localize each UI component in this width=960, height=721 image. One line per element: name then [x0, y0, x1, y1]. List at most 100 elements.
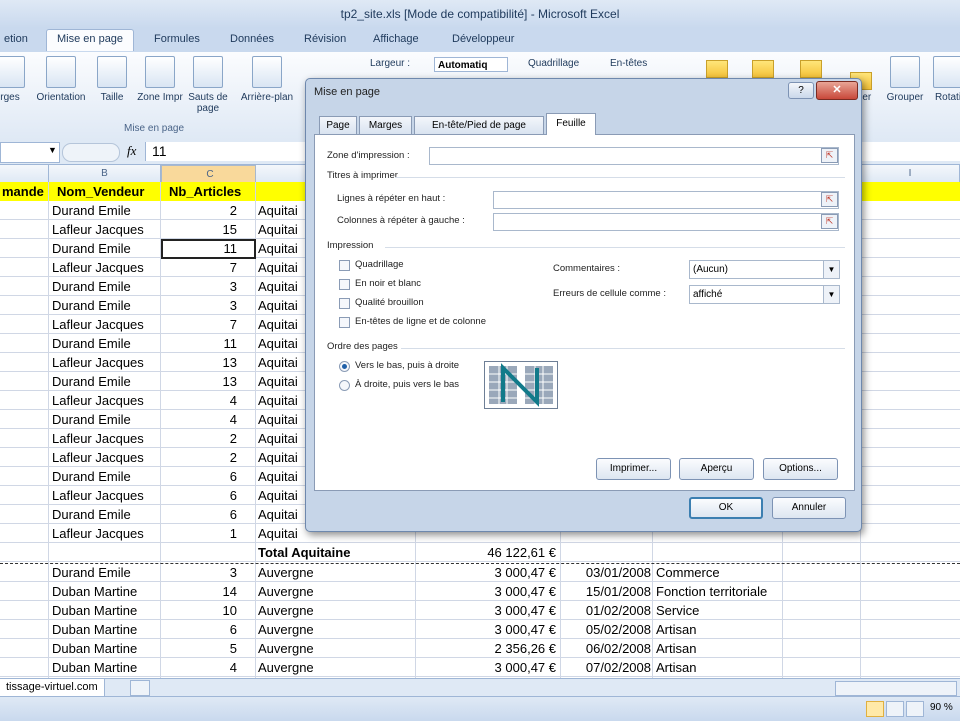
normal-view-icon[interactable]: [866, 701, 884, 717]
commentaires-select[interactable]: (Aucun) ▼: [689, 260, 840, 279]
cell-vendeur[interactable]: Durand Emile: [52, 334, 158, 353]
tab-donnees[interactable]: Données: [230, 33, 274, 45]
erreurs-select[interactable]: affiché ▼: [689, 285, 840, 304]
largeur-select[interactable]: Automatiq: [434, 57, 508, 72]
imprimer-button[interactable]: Imprimer...: [596, 458, 671, 480]
cell-nb-articles[interactable]: 1: [161, 524, 237, 543]
cell-nb-articles[interactable]: 3: [161, 277, 237, 296]
orientation-button[interactable]: Orientation: [30, 56, 92, 103]
header-cell-articles[interactable]: Nb_Articles: [161, 182, 255, 201]
cell-nb-articles[interactable]: 4: [161, 658, 237, 677]
active-cell[interactable]: [161, 239, 256, 259]
column-header-i[interactable]: I: [861, 165, 960, 182]
cell-nb-articles[interactable]: 2: [161, 429, 237, 448]
cell-vendeur[interactable]: Lafleur Jacques: [52, 391, 158, 410]
colonnes-ref-icon[interactable]: ⇱: [821, 214, 838, 229]
formula-expand-handle[interactable]: [62, 143, 120, 162]
annuler-button[interactable]: Annuler: [772, 497, 846, 519]
cell-nb-articles[interactable]: 13: [161, 353, 237, 372]
cell-vendeur[interactable]: Duban Martine: [52, 620, 158, 639]
arrange-icon-3[interactable]: [800, 60, 822, 78]
tab-feuille[interactable]: Feuille: [546, 113, 596, 135]
cell-date[interactable]: 15/01/2008: [561, 582, 651, 601]
cell-vendeur[interactable]: Durand Emile: [52, 372, 158, 391]
cell-type[interactable]: Artisan: [656, 639, 856, 658]
tab-formules[interactable]: Formules: [154, 33, 200, 45]
cell-vendeur[interactable]: Lafleur Jacques: [52, 220, 158, 239]
cell-date[interactable]: 05/02/2008: [561, 620, 651, 639]
arrange-icon-2[interactable]: [752, 60, 774, 78]
cell-vendeur[interactable]: Duban Martine: [52, 639, 158, 658]
cell-montant[interactable]: 3 000,47 €: [416, 620, 556, 639]
cell-region[interactable]: Auvergne: [258, 639, 408, 658]
cell-type[interactable]: Commerce: [656, 563, 856, 582]
header-cell-vendeur[interactable]: Nom_Vendeur: [49, 182, 160, 201]
cell-vendeur[interactable]: Duban Martine: [52, 601, 158, 620]
cell-nb-articles[interactable]: 6: [161, 505, 237, 524]
cell-nb-articles[interactable]: 5: [161, 639, 237, 658]
close-button[interactable]: ✕: [816, 81, 858, 100]
cell-nb-articles[interactable]: 2: [161, 448, 237, 467]
cell-date[interactable]: 03/01/2008: [561, 563, 651, 582]
ok-button[interactable]: OK: [689, 497, 763, 519]
cell-vendeur[interactable]: Lafleur Jacques: [52, 448, 158, 467]
tab-revision[interactable]: Révision: [304, 33, 346, 45]
cell-nb-articles[interactable]: 3: [161, 563, 237, 582]
cell-vendeur[interactable]: Durand Emile: [52, 410, 158, 429]
chevron-down-icon[interactable]: ▼: [823, 261, 839, 278]
cell-vendeur[interactable]: Durand Emile: [52, 239, 158, 258]
vers-le-bas-radio[interactable]: [339, 361, 350, 372]
help-button[interactable]: ?: [788, 82, 814, 99]
cell-type[interactable]: Artisan: [656, 658, 856, 677]
cell-nb-articles[interactable]: 7: [161, 315, 237, 334]
cell-region[interactable]: Auvergne: [258, 582, 408, 601]
cell-vendeur[interactable]: Durand Emile: [52, 467, 158, 486]
cell-nb-articles[interactable]: 14: [161, 582, 237, 601]
cell-vendeur[interactable]: Durand Emile: [52, 277, 158, 296]
arrange-icon[interactable]: [706, 60, 728, 78]
cell-nb-articles[interactable]: 3: [161, 296, 237, 315]
tab-insertion[interactable]: etion: [4, 33, 28, 45]
cell-vendeur[interactable]: Lafleur Jacques: [52, 486, 158, 505]
column-header-b[interactable]: B: [49, 165, 161, 182]
taille-button[interactable]: Taille: [94, 56, 130, 103]
cell-region[interactable]: Auvergne: [258, 658, 408, 677]
chevron-down-icon[interactable]: ▼: [823, 286, 839, 303]
cell-date[interactable]: 01/02/2008: [561, 601, 651, 620]
cell-vendeur[interactable]: Durand Emile: [52, 296, 158, 315]
cell-vendeur[interactable]: Duban Martine: [52, 658, 158, 677]
colonnes-input[interactable]: [493, 213, 839, 231]
cell-vendeur[interactable]: Durand Emile: [52, 505, 158, 524]
cell-date[interactable]: 06/02/2008: [561, 639, 651, 658]
cell-vendeur[interactable]: Lafleur Jacques: [52, 429, 158, 448]
entetes-checkbox[interactable]: [339, 317, 350, 328]
page-layout-view-icon[interactable]: [886, 701, 904, 717]
cell-nb-articles[interactable]: 11: [161, 334, 238, 353]
zoom-level[interactable]: 90 %: [930, 702, 953, 713]
cell-montant[interactable]: 3 000,47 €: [416, 601, 556, 620]
sauts-de-page-button[interactable]: Sauts de page: [186, 56, 230, 114]
tab-affichage[interactable]: Affichage: [373, 33, 419, 45]
options-button[interactable]: Options...: [763, 458, 838, 480]
zone-impression-ref-icon[interactable]: ⇱: [821, 148, 838, 163]
cell-region[interactable]: Auvergne: [258, 563, 408, 582]
tab-entete[interactable]: En-tête/Pied de page: [414, 116, 544, 134]
cell-nb-articles[interactable]: 2: [161, 201, 237, 220]
arriere-plan-button[interactable]: Arrière-plan: [234, 56, 300, 103]
cell-nb-articles[interactable]: 6: [161, 467, 237, 486]
horizontal-scrollbar[interactable]: [835, 681, 957, 696]
cell-montant[interactable]: 2 356,26 €: [416, 639, 556, 658]
cell-montant[interactable]: 3 000,47 €: [416, 582, 556, 601]
cell-type[interactable]: Fonction territoriale: [656, 582, 856, 601]
apercu-button[interactable]: Aperçu: [679, 458, 754, 480]
lignes-input[interactable]: [493, 191, 839, 209]
cell-montant[interactable]: 3 000,47 €: [416, 563, 556, 582]
a-droite-radio[interactable]: [339, 380, 350, 391]
page-break-view-icon[interactable]: [906, 701, 924, 717]
cell-nb-articles[interactable]: 6: [161, 486, 237, 505]
cell-nb-articles[interactable]: 4: [161, 391, 237, 410]
cell-vendeur[interactable]: Lafleur Jacques: [52, 353, 158, 372]
tab-developpeur[interactable]: Développeur: [452, 33, 514, 45]
tab-page[interactable]: Page: [319, 116, 357, 134]
lignes-ref-icon[interactable]: ⇱: [821, 192, 838, 207]
